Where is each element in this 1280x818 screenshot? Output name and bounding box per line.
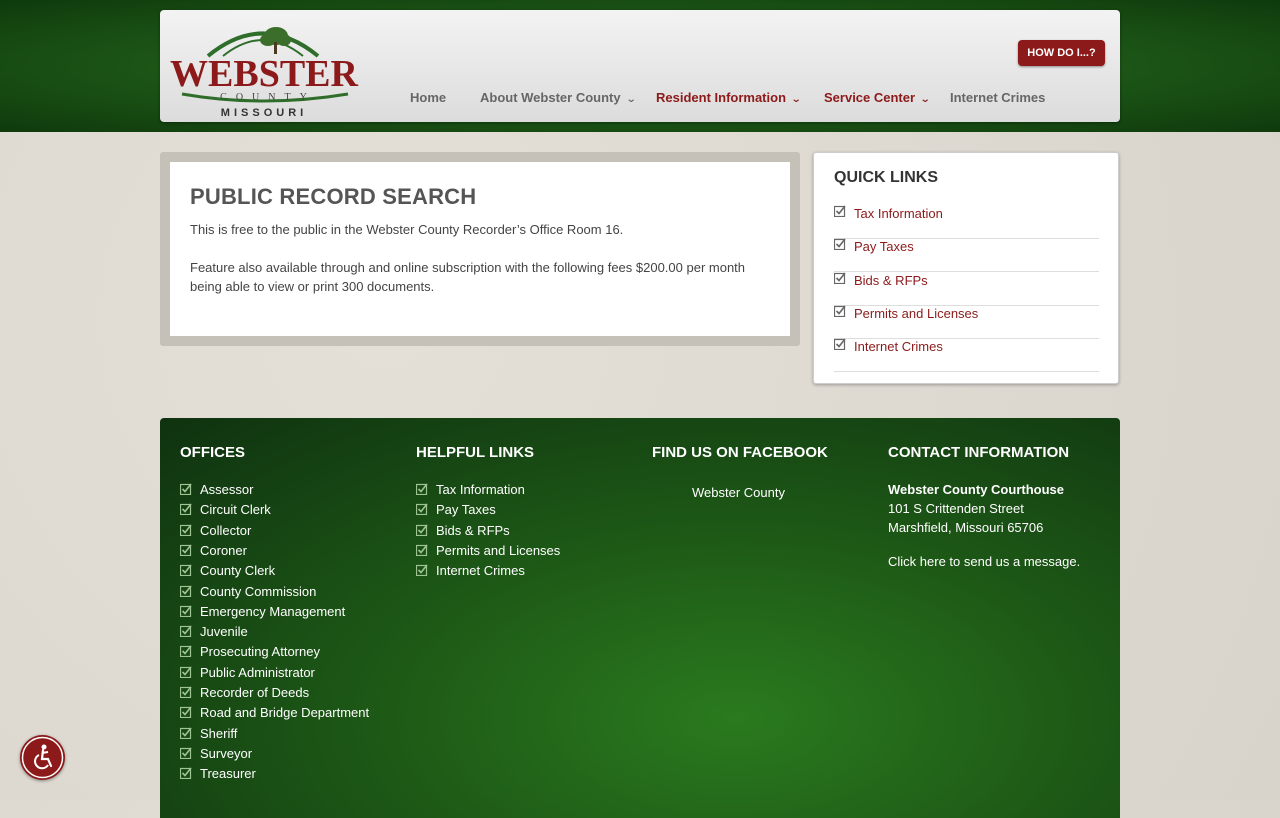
- quick-link-item[interactable]: Tax Information: [833, 205, 1099, 239]
- check-square-icon: [179, 625, 192, 638]
- footer-facebook-title: FIND US ON FACEBOOK: [652, 444, 828, 461]
- accessibility-icon: [21, 736, 64, 779]
- quick-link-item[interactable]: Permits and Licenses: [833, 305, 1099, 339]
- nav-resident-information[interactable]: Resident Information ⌄: [656, 90, 802, 105]
- check-square-icon: [179, 503, 192, 516]
- quick-link-label: Internet Crimes: [854, 339, 943, 354]
- check-square-icon: [415, 544, 428, 556]
- check-square-icon: [179, 645, 192, 658]
- site-header: WEBSTER COUNTY MISSOURI HOW DO I...? Hom…: [160, 10, 1120, 122]
- check-square-icon: [415, 503, 428, 516]
- check-square-icon: [415, 564, 428, 577]
- helpful-link-label: Pay Taxes: [436, 502, 496, 518]
- site-footer: OFFICES Assessor Circuit Clerk Collector Co…: [160, 418, 1120, 818]
- check-square-icon: [179, 585, 192, 597]
- helpful-link-label: Bids & RFPs: [436, 522, 510, 538]
- check-square-icon: [179, 605, 192, 617]
- contact-name: Webster County Courthouse: [888, 482, 1064, 497]
- facebook-link[interactable]: Webster County: [692, 485, 785, 500]
- office-label: Collector: [200, 522, 252, 538]
- office-label: Public Administrator: [200, 664, 315, 680]
- office-label: Juvenile: [200, 624, 248, 640]
- helpful-link-label: Permits and Licenses: [436, 542, 561, 558]
- check-square-icon: [833, 205, 846, 218]
- quick-link-label: Permits and Licenses: [854, 306, 979, 321]
- content-card: PUBLIC RECORD SEARCH This is free to the…: [170, 162, 790, 336]
- content-paragraph-2: Feature also available through and onlin…: [190, 260, 746, 294]
- office-label: County Clerk: [200, 563, 276, 579]
- office-label: Recorder of Deeds: [200, 685, 310, 700]
- quick-link-label: Pay Taxes: [854, 239, 914, 254]
- chevron-down-icon: ⌄: [919, 94, 931, 105]
- nav-service-center[interactable]: Service Center ⌄: [824, 90, 931, 105]
- contact-street: 101 S Crittenden Street: [888, 501, 1024, 516]
- nav-home[interactable]: Home: [410, 90, 446, 105]
- nav-internet-crimes[interactable]: Internet Crimes: [950, 90, 1045, 105]
- office-label: Assessor: [200, 482, 254, 497]
- webster-county-logo[interactable]: WEBSTER COUNTY MISSOURI: [168, 16, 363, 119]
- check-square-icon: [179, 686, 192, 699]
- check-square-icon: [179, 727, 192, 739]
- quick-link-item[interactable]: Internet Crimes: [833, 338, 1099, 372]
- page-title: PUBLIC RECORD SEARCH: [190, 184, 477, 209]
- quick-link-item[interactable]: Bids & RFPs: [833, 272, 1099, 306]
- check-square-icon: [833, 272, 846, 285]
- nav-service-label: Service Center: [824, 90, 916, 105]
- quick-links-panel: QUICK LINKS Tax Information Pay Taxes Bi…: [813, 152, 1119, 384]
- check-square-icon: [415, 524, 428, 536]
- nav-about-label: About Webster County: [480, 90, 621, 105]
- contact-message-link[interactable]: Click here to send us a message.: [888, 554, 1080, 569]
- check-square-icon: [833, 338, 846, 351]
- office-label: Treasurer: [200, 766, 256, 782]
- office-label: County Commission: [200, 583, 317, 599]
- footer-contact-title: CONTACT INFORMATION: [888, 444, 1070, 461]
- check-square-icon: [179, 767, 192, 780]
- helpful-link-label: Tax Information: [436, 482, 525, 497]
- contact-city: Marshfield, Missouri 65706: [888, 520, 1044, 535]
- check-square-icon: [179, 564, 192, 577]
- logo-wordmark: WEBSTER: [170, 53, 359, 95]
- office-label: Coroner: [200, 542, 247, 558]
- check-square-icon: [179, 666, 192, 678]
- content-paragraph-1: This is free to the public in the Webste…: [190, 222, 624, 237]
- office-label: Prosecuting Attorney: [200, 644, 320, 660]
- logo-missouri-text: MISSOURI: [221, 107, 307, 116]
- nav-internet-label: Internet Crimes: [950, 90, 1046, 105]
- accessibility-button[interactable]: [20, 735, 65, 780]
- chevron-down-icon: ⌄: [790, 94, 802, 105]
- check-square-icon: [179, 544, 192, 556]
- office-label: Surveyor: [200, 745, 253, 761]
- footer-offices-title: OFFICES: [180, 444, 246, 461]
- how-do-i-button[interactable]: HOW DO I...?: [1018, 40, 1105, 66]
- office-label: Emergency Management: [200, 603, 346, 619]
- helpful-link-label: Internet Crimes: [436, 563, 525, 579]
- office-label: Circuit Clerk: [200, 502, 271, 518]
- check-square-icon: [179, 524, 192, 536]
- chevron-down-icon: ⌄: [625, 94, 637, 105]
- nav-about[interactable]: About Webster County ⌄: [480, 90, 637, 105]
- check-square-icon: [833, 305, 846, 318]
- check-square-icon: [833, 238, 846, 251]
- quick-links-title: QUICK LINKS: [834, 169, 938, 186]
- quick-link-label: Tax Information: [854, 206, 943, 221]
- logo-county-text: COUNTY: [220, 92, 316, 103]
- nav-resident-label: Resident Information: [656, 90, 787, 105]
- check-square-icon: [179, 706, 192, 719]
- check-square-icon: [415, 483, 428, 496]
- content-panel: PUBLIC RECORD SEARCH This is free to the…: [160, 152, 800, 346]
- nav-home-label: Home: [410, 90, 447, 105]
- quick-link-label: Bids & RFPs: [854, 273, 928, 288]
- footer-helpful-title: HELPFUL LINKS: [416, 444, 535, 461]
- quick-link-item[interactable]: Pay Taxes: [833, 238, 1099, 272]
- check-square-icon: [179, 747, 192, 759]
- office-label: Sheriff: [200, 725, 238, 741]
- check-square-icon: [179, 483, 192, 496]
- office-label: Road and Bridge Department: [200, 705, 370, 721]
